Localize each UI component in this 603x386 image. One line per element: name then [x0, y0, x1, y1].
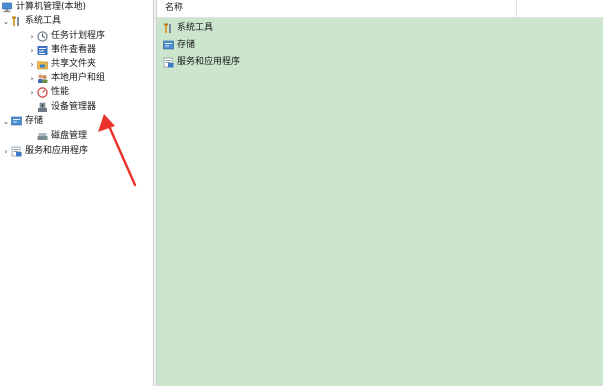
list-item-label: 存储: [177, 40, 196, 50]
services-icon: [163, 57, 174, 68]
storage-icon: [163, 40, 174, 51]
tools-icon: [163, 23, 174, 34]
list-item-services-applications[interactable]: 服务和应用程序: [163, 56, 240, 69]
list-item-label: 服务和应用程序: [177, 57, 241, 67]
list-item-system-tools[interactable]: 系统工具: [163, 22, 213, 35]
annotation-arrow: [98, 114, 137, 187]
list-item-storage[interactable]: 存储: [163, 39, 195, 52]
details-list-pane: 名称 系统工具 存储 服务和应用程序: [157, 0, 603, 386]
column-header-name[interactable]: 名称: [157, 0, 517, 17]
list-item-label: 系统工具: [177, 23, 214, 33]
navigation-tree-pane: 计算机管理(本地) ⌄ 系统工具 › 任务计划程序 › 事件查看器 › 共享文件…: [0, 0, 153, 386]
column-header-bar: 名称: [157, 0, 603, 18]
